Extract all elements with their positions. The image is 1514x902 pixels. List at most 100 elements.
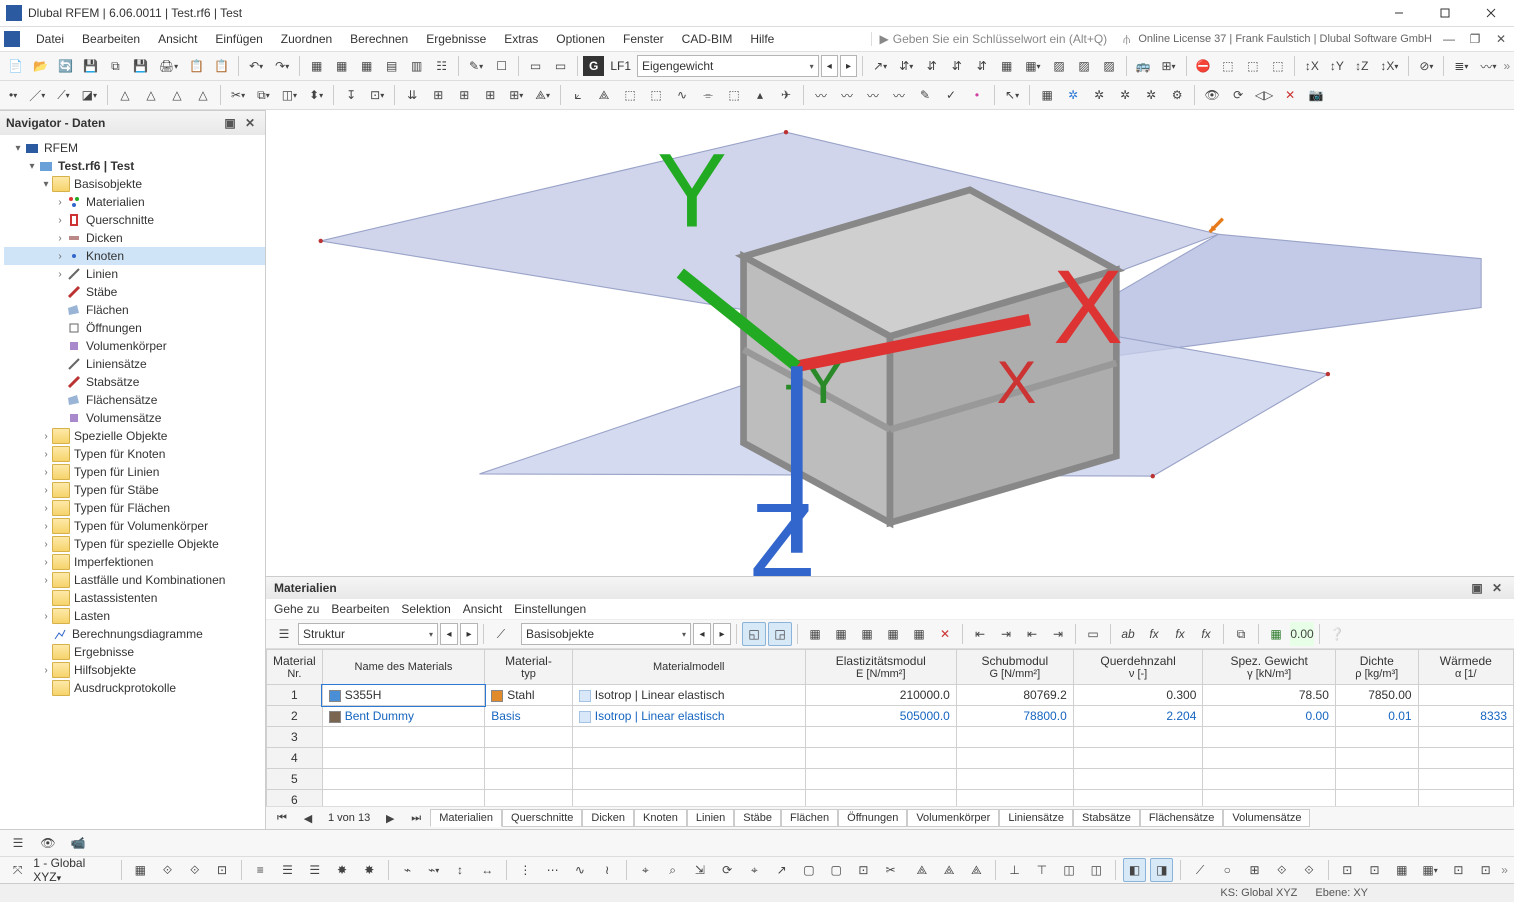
sb-r6[interactable]: ◫: [1057, 858, 1080, 882]
g7-icon[interactable]: •: [965, 83, 989, 107]
sb-t4[interactable]: ⟐: [1270, 858, 1293, 882]
panel-d4[interactable]: ⇥: [1046, 622, 1070, 646]
layers-icon[interactable]: ≣▾: [1449, 54, 1473, 78]
tree-item[interactable]: ›Lastfälle und Kombinationen: [4, 571, 265, 589]
ax2-icon[interactable]: ⇵: [920, 54, 943, 78]
sb-r1[interactable]: ⟁: [910, 858, 933, 882]
f5-icon[interactable]: ∿: [670, 83, 694, 107]
sb-t2[interactable]: ○: [1216, 858, 1239, 882]
mdi-restore-icon[interactable]: ❐: [1466, 30, 1484, 48]
tree-item[interactable]: ›Imperfektionen: [4, 553, 265, 571]
panel-next2[interactable]: ▸: [713, 623, 731, 645]
sb-u1[interactable]: ⊡: [1336, 858, 1359, 882]
cancel-icon[interactable]: ⛔: [1191, 54, 1214, 78]
m2-icon[interactable]: ⊡▾: [365, 83, 389, 107]
d1-icon[interactable]: ⇊: [400, 83, 424, 107]
g6-icon[interactable]: ✓: [939, 83, 963, 107]
axisxz-icon[interactable]: ↕X▾: [1375, 54, 1403, 78]
panel-copy[interactable]: ⧉: [1229, 622, 1253, 646]
member-tool-icon[interactable]: ⟋▾: [52, 83, 74, 107]
panel-c5[interactable]: ▦: [907, 622, 931, 646]
tree-item[interactable]: Lastassistenten: [4, 589, 265, 607]
cube2-icon[interactable]: ⬚: [1241, 54, 1264, 78]
sb-l9[interactable]: ⊡: [852, 858, 875, 882]
sb-l3[interactable]: ⇲: [688, 858, 711, 882]
tab-flächensätze[interactable]: Flächensätze: [1140, 809, 1223, 827]
surface-tool-icon[interactable]: ◪▾: [77, 83, 102, 107]
tree-item[interactable]: ›Lasten: [4, 607, 265, 625]
doc2-icon[interactable]: 📋: [210, 54, 233, 78]
menu-ansicht[interactable]: Ansicht: [150, 29, 205, 49]
open-icon[interactable]: 📂: [29, 54, 52, 78]
sb-l8[interactable]: ▢: [825, 858, 848, 882]
g4-icon[interactable]: 〰: [887, 83, 911, 107]
mesh5-icon[interactable]: ✲: [1139, 83, 1163, 107]
void-icon[interactable]: ⊘▾: [1414, 54, 1438, 78]
sb-t5[interactable]: ⟐: [1297, 858, 1320, 882]
panel-menu-einstellungen[interactable]: Einstellungen: [514, 602, 586, 616]
panel-menu-ansicht[interactable]: Ansicht: [463, 602, 502, 616]
mirror-icon[interactable]: ◁▷: [1252, 83, 1276, 107]
d4-icon[interactable]: ⊞: [478, 83, 502, 107]
coord-icon[interactable]: ⤧: [6, 858, 29, 882]
refresh-icon[interactable]: 🔄: [54, 54, 77, 78]
ax4-icon[interactable]: ⇵: [970, 54, 993, 78]
panel-pin-icon[interactable]: ▣: [1468, 579, 1486, 597]
support1-icon[interactable]: △: [113, 83, 137, 107]
rot-icon[interactable]: ⟳: [1226, 83, 1250, 107]
grid3-icon[interactable]: ▦: [355, 54, 378, 78]
support3-icon[interactable]: △: [165, 83, 189, 107]
tree-item[interactable]: ›Knoten: [4, 247, 265, 265]
sb-l7[interactable]: ▢: [797, 858, 820, 882]
panel-fmt-ab[interactable]: ab: [1116, 622, 1140, 646]
tree-item[interactable]: ›Typen für Volumenkörper: [4, 517, 265, 535]
menu-einfügen[interactable]: Einfügen: [207, 29, 270, 49]
print-icon[interactable]: 🖨▾: [154, 54, 183, 78]
sb-j1[interactable]: ⌁: [396, 858, 419, 882]
sb-r3[interactable]: ⟁: [965, 858, 988, 882]
sb-i7[interactable]: ☰: [303, 858, 326, 882]
tab-liniensätze[interactable]: Liniensätze: [999, 809, 1073, 827]
new-icon[interactable]: 📄: [4, 54, 27, 78]
toolbar-overflow-icon[interactable]: »: [1503, 59, 1510, 73]
viewport-3d[interactable]: X Y Z -Y: [266, 110, 1514, 576]
sb-t1[interactable]: ⟋: [1188, 858, 1211, 882]
tree-item[interactable]: Liniensätze: [4, 355, 265, 373]
mesh1-icon[interactable]: ▦: [1035, 83, 1059, 107]
g2-icon[interactable]: 〰: [835, 83, 859, 107]
grid1-icon[interactable]: ▦: [305, 54, 328, 78]
menu-berechnen[interactable]: Berechnen: [342, 29, 416, 49]
panel-help[interactable]: ❔: [1325, 622, 1349, 646]
sb-r5[interactable]: ⊤: [1030, 858, 1053, 882]
sb-k2[interactable]: ⋯: [541, 858, 564, 882]
sb-i8[interactable]: ✸: [330, 858, 353, 882]
tree-item[interactable]: ›Dicken: [4, 229, 265, 247]
redo-icon[interactable]: ↷▾: [270, 54, 294, 78]
tree-item[interactable]: Flächen: [4, 301, 265, 319]
f2-icon[interactable]: ⟁: [592, 83, 616, 107]
mdi-close-icon[interactable]: ✕: [1492, 30, 1510, 48]
status-eye-icon[interactable]: 👁: [36, 831, 60, 855]
menu-cad-bim[interactable]: CAD-BIM: [674, 29, 741, 49]
sb-k4[interactable]: ≀: [596, 858, 619, 882]
tree-item[interactable]: Öffnungen: [4, 319, 265, 337]
m1-icon[interactable]: ↧: [339, 83, 363, 107]
mesh4-icon[interactable]: ✲: [1113, 83, 1137, 107]
line-icon[interactable]: 〰▾: [1475, 54, 1501, 78]
tree-item[interactable]: ›Typen für Linien: [4, 463, 265, 481]
sb-i1[interactable]: ▦: [129, 858, 152, 882]
panel-prev[interactable]: ◂: [440, 623, 458, 645]
sb-u6[interactable]: ⊡: [1474, 858, 1497, 882]
pager-prev[interactable]: ◀: [296, 806, 320, 830]
grid2-icon[interactable]: ▦: [330, 54, 353, 78]
mesh6-icon[interactable]: ⚙: [1165, 83, 1189, 107]
f6-icon[interactable]: ⌯: [696, 83, 720, 107]
support4-icon[interactable]: △: [191, 83, 215, 107]
struct-icon[interactable]: ⊞▾: [1156, 54, 1180, 78]
menu-datei[interactable]: Datei: [28, 29, 72, 49]
tree-item[interactable]: Flächensätze: [4, 391, 265, 409]
plane2-icon[interactable]: ▨: [1073, 54, 1096, 78]
pager-next[interactable]: ▶: [378, 806, 402, 830]
tree-item[interactable]: ›Typen für Knoten: [4, 445, 265, 463]
f9-icon[interactable]: ✈: [774, 83, 798, 107]
